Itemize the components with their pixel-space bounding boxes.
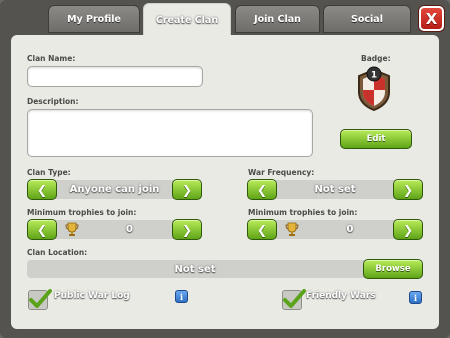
min-trophies-next-button[interactable]: ❯ [172, 219, 202, 240]
clan-name-input[interactable] [27, 66, 203, 87]
min-trophies-value: 0 [126, 224, 133, 235]
clan-badge-icon[interactable]: 1 [355, 66, 393, 112]
check-icon [283, 289, 306, 308]
tab-social[interactable]: Social [323, 5, 411, 33]
min-war-trophies-label: Minimum trophies to join: [248, 208, 358, 217]
min-war-trophies-next-button[interactable]: ❯ [393, 219, 423, 240]
clan-type-label: Clan Type: [27, 168, 71, 177]
tab-my-profile[interactable]: My Profile [48, 5, 140, 33]
chevron-left-icon: ❮ [256, 182, 268, 197]
war-frequency-label: War Frequency: [248, 168, 315, 177]
chevron-left-icon: ❮ [36, 182, 48, 197]
min-war-trophies-selector: ❮ 0 ❯ [247, 219, 423, 240]
chevron-right-icon: ❯ [402, 222, 414, 237]
chevron-right-icon: ❯ [181, 222, 193, 237]
public-war-log-info-button[interactable]: i [175, 290, 188, 303]
min-trophies-label: Minimum trophies to join: [27, 208, 137, 217]
description-label: Description: [27, 97, 79, 106]
war-frequency-next-button[interactable]: ❯ [393, 179, 423, 200]
war-frequency-selector: ❮ Not set ❯ [247, 179, 423, 200]
description-input[interactable] [27, 109, 313, 157]
clan-type-value: Anyone can join [69, 184, 160, 195]
chevron-left-icon: ❮ [256, 222, 268, 237]
close-icon: X [425, 9, 438, 28]
chevron-right-icon: ❯ [402, 182, 414, 197]
trophy-icon [285, 222, 299, 237]
check-icon [29, 289, 52, 308]
clan-type-selector: ❮ Anyone can join ❯ [27, 179, 202, 200]
close-button[interactable]: X [419, 6, 444, 31]
clan-location-value: Not set [174, 263, 216, 275]
min-war-trophies-value: 0 [346, 224, 354, 235]
clan-type-prev-button[interactable]: ❮ [27, 179, 57, 200]
min-war-trophies-prev-button[interactable]: ❮ [247, 219, 277, 240]
chevron-right-icon: ❯ [181, 182, 193, 197]
trophy-icon [65, 222, 79, 237]
clan-location-label: Clan Location: [27, 248, 88, 257]
info-icon: i [413, 292, 418, 303]
min-trophies-selector: ❮ 0 ❯ [27, 219, 202, 240]
friendly-wars-label: Friendly Wars [306, 291, 376, 301]
info-icon: i [179, 291, 184, 302]
edit-badge-button[interactable]: Edit [340, 129, 412, 149]
badge-level: 1 [371, 71, 377, 81]
public-war-log-label: Public War Log [54, 291, 130, 301]
friendly-wars-info-button[interactable]: i [409, 291, 422, 304]
tab-create-clan[interactable]: Create Clan [143, 3, 231, 37]
min-trophies-prev-button[interactable]: ❮ [27, 219, 57, 240]
war-frequency-prev-button[interactable]: ❮ [247, 179, 277, 200]
clan-type-next-button[interactable]: ❯ [172, 179, 202, 200]
friendly-wars-checkbox[interactable] [282, 289, 306, 310]
clan-name-label: Clan Name: [27, 54, 76, 63]
public-war-log-checkbox[interactable] [28, 289, 52, 310]
tab-join-clan[interactable]: Join Clan [235, 5, 320, 33]
browse-location-button[interactable]: Browse [363, 259, 423, 279]
chevron-left-icon: ❮ [36, 222, 48, 237]
war-frequency-value: Not set [314, 184, 356, 195]
badge-label: Badge: [361, 54, 391, 63]
